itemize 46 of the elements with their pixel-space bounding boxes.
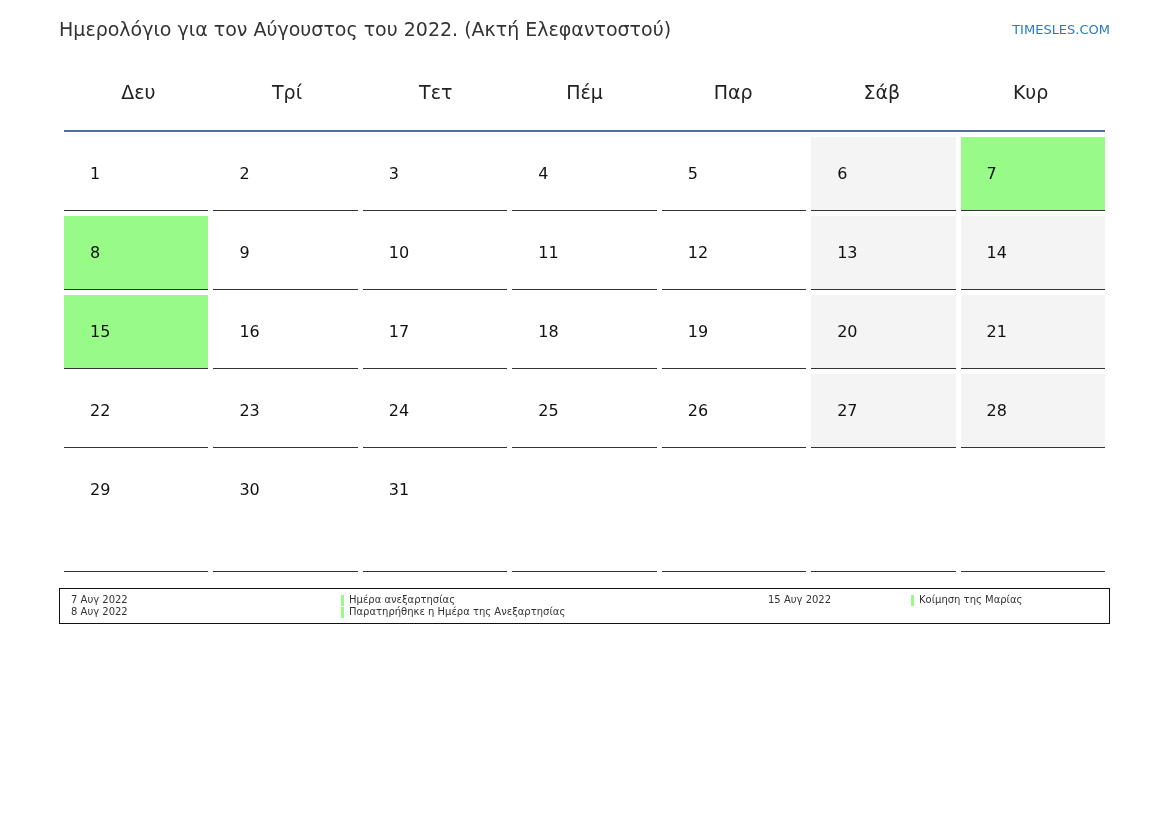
day-number: 26	[687, 401, 709, 420]
holiday-name: Παρατηρήθηκε η Ημέρα της Ανεξαρτησίας	[349, 606, 566, 618]
day-number: 13	[837, 243, 858, 262]
weekday-header: Δευ	[120, 80, 157, 105]
holiday-date: 8 Αυγ 2022	[71, 606, 129, 618]
day-number: 4	[538, 164, 549, 183]
weekday-header: Κυρ	[1011, 80, 1050, 105]
day-number: 21	[986, 322, 1007, 341]
day-number: 3	[388, 164, 400, 183]
holiday-date: 7 Αυγ 2022	[71, 594, 129, 606]
day-number: 29	[90, 480, 111, 499]
day-number: 11	[538, 243, 559, 262]
day-number: 27	[837, 401, 858, 420]
day-number: 19	[687, 322, 709, 341]
day-number: 17	[388, 322, 410, 341]
day-number: 12	[687, 243, 709, 262]
day-number: 15	[90, 322, 111, 341]
weekday-header: Σάβ	[862, 80, 902, 105]
day-number: 9	[239, 243, 250, 262]
weekday-header: Τρί	[271, 80, 304, 105]
day-number: 14	[986, 243, 1007, 262]
weekday-header: Τετ	[418, 80, 454, 105]
day-number: 16	[239, 322, 260, 341]
day-number: 30	[239, 480, 260, 499]
weekday-header: Πέμ	[565, 80, 604, 105]
day-number: 20	[837, 322, 858, 341]
day-number: 8	[90, 243, 101, 262]
holiday-name: Κοίμηση της Μαρίας	[919, 594, 1023, 606]
holiday-date: 15 Αυγ 2022	[768, 594, 833, 606]
day-number: 7	[986, 164, 997, 183]
day-number: 10	[388, 243, 410, 262]
day-number: 1	[90, 164, 101, 183]
day-number: 23	[239, 401, 260, 420]
day-number: 28	[986, 401, 1007, 420]
day-number: 5	[687, 164, 698, 183]
site-link[interactable]: TIMESLES.COM	[1012, 21, 1110, 37]
day-number: 31	[388, 480, 410, 499]
day-number: 24	[388, 401, 410, 420]
day-number: 25	[538, 401, 559, 420]
calendar-title: Ημερολόγιο για τον Αύγουστος του 2022. (Ακτή Ελεφαντοστού)	[59, 18, 672, 40]
day-number: 6	[837, 164, 848, 183]
day-number: 22	[90, 401, 111, 420]
weekday-header: Παρ	[712, 80, 754, 105]
holiday-name: Ημέρα ανεξαρτησίας	[349, 594, 456, 606]
day-number: 18	[538, 322, 559, 341]
day-number: 2	[239, 164, 250, 183]
